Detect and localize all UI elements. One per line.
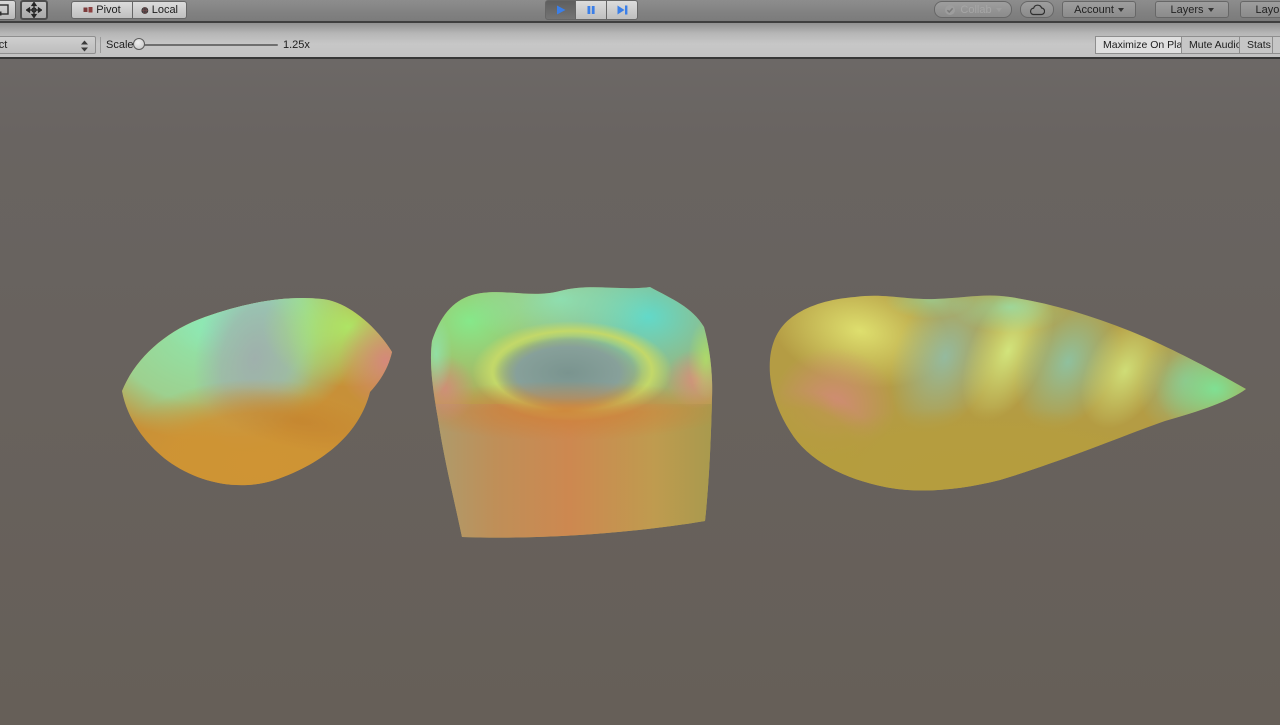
globe-icon xyxy=(141,6,149,14)
local-label: Local xyxy=(151,4,178,16)
play-icon xyxy=(556,5,565,15)
rendered-scene xyxy=(0,59,1280,720)
step-button[interactable] xyxy=(607,0,638,20)
mute-audio-label: Mute Audio xyxy=(1189,39,1242,51)
scale-value-wrap: 1.25x xyxy=(283,36,310,54)
pause-button[interactable] xyxy=(576,0,607,20)
move-tool-icon xyxy=(26,2,42,18)
account-label: Account xyxy=(1074,3,1114,16)
maximize-on-play-label: Maximize On Play xyxy=(1103,39,1188,51)
handle-settings-group: Pivot Local xyxy=(71,1,187,19)
scale-label: Scale xyxy=(106,39,134,51)
pivot-toggle-button[interactable]: Pivot xyxy=(71,1,133,19)
game-viewport[interactable] xyxy=(0,59,1280,720)
scale-label-wrap: Scale xyxy=(106,36,134,54)
scale-slider-track[interactable] xyxy=(134,44,278,46)
pivot-icon xyxy=(83,7,93,13)
stats-label: Stats xyxy=(1247,39,1271,51)
game-view-toolbar: Free Aspect Scale 1.25x Maximize On Play… xyxy=(0,23,1280,59)
layers-label: Layers xyxy=(1170,3,1204,16)
playmode-controls xyxy=(545,0,638,20)
pivot-label: Pivot xyxy=(96,4,121,16)
local-toggle-button[interactable]: Local xyxy=(133,1,187,19)
collab-check-icon xyxy=(945,4,956,15)
updown-arrows-icon xyxy=(81,40,88,52)
aspect-ratio-dropdown[interactable]: Free Aspect xyxy=(0,36,96,54)
play-button[interactable] xyxy=(545,0,576,20)
pause-icon xyxy=(587,6,595,14)
cloud-services-button[interactable] xyxy=(1020,1,1054,18)
toolbar-divider xyxy=(100,37,101,53)
rect-tool-button[interactable] xyxy=(0,0,16,20)
scale-value: 1.25x xyxy=(283,39,310,51)
chevron-down-icon xyxy=(995,8,1002,15)
scale-slider-knob[interactable] xyxy=(133,38,145,50)
layout-label: Layout xyxy=(1255,3,1280,16)
aspect-label: Free Aspect xyxy=(0,39,8,51)
collab-label: Collab xyxy=(960,3,992,16)
main-toolbar: Pivot Local Collab Account Layers Layo xyxy=(0,0,1280,23)
account-dropdown-button[interactable]: Account xyxy=(1062,1,1136,18)
layout-dropdown-button[interactable]: Layout xyxy=(1240,1,1280,18)
layers-dropdown-button[interactable]: Layers xyxy=(1155,1,1229,18)
step-forward-icon xyxy=(617,5,627,15)
cloud-icon xyxy=(1029,4,1045,15)
rect-tool-icon xyxy=(0,4,9,16)
chevron-down-icon xyxy=(1207,8,1214,15)
move-tool-button[interactable] xyxy=(20,0,48,20)
gizmos-dropdown-button[interactable]: Gizmos xyxy=(1272,36,1280,54)
chevron-down-icon xyxy=(1117,8,1124,15)
collab-dropdown-button[interactable]: Collab xyxy=(934,1,1012,18)
